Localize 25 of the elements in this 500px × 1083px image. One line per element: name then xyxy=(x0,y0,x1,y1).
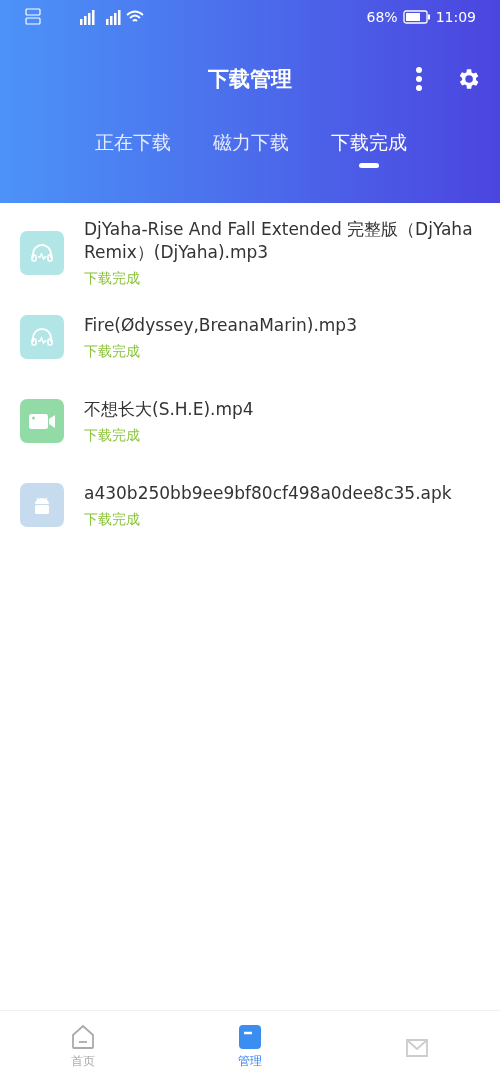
page-title: 下载管理 xyxy=(208,66,292,93)
nav-tab[interactable]: 首页 xyxy=(0,1011,167,1083)
battery-percent: 68% xyxy=(366,9,398,25)
file-name: a430b250bb9ee9bf80cf498a0dee8c35.apk xyxy=(84,481,452,505)
video-camera-icon xyxy=(20,399,64,443)
home-icon xyxy=(70,1024,97,1050)
folder-icon xyxy=(237,1024,263,1050)
battery-icon xyxy=(402,10,431,24)
tab[interactable]: 正在下载 xyxy=(95,124,171,168)
tab[interactable]: 磁力下载 xyxy=(213,124,289,168)
download-status: 下载完成 xyxy=(84,342,141,361)
download-status: 下载完成 xyxy=(84,510,141,529)
download-status: 下载完成 xyxy=(84,270,141,288)
file-name: 不想长大(S.H.E).mp4 xyxy=(84,397,254,421)
headphones-icon xyxy=(20,231,64,275)
file-name: DjYaha-Rise And Fall Extended 完整版（DjYaha Remix）(DjYaha).mp3 xyxy=(84,218,474,264)
more-icon[interactable] xyxy=(415,66,423,92)
file-name: Fire(Ødyssey,BreanaMarin).mp3 xyxy=(84,313,357,337)
nav-tab[interactable]: 管理 xyxy=(166,1011,334,1083)
clock-time: 11:09 xyxy=(435,9,476,25)
headphones-icon xyxy=(20,315,64,359)
tab[interactable]: 下载完成 xyxy=(331,124,407,168)
download-status: 下载完成 xyxy=(84,426,141,445)
android-icon xyxy=(20,483,64,527)
signal-icon xyxy=(24,7,146,27)
